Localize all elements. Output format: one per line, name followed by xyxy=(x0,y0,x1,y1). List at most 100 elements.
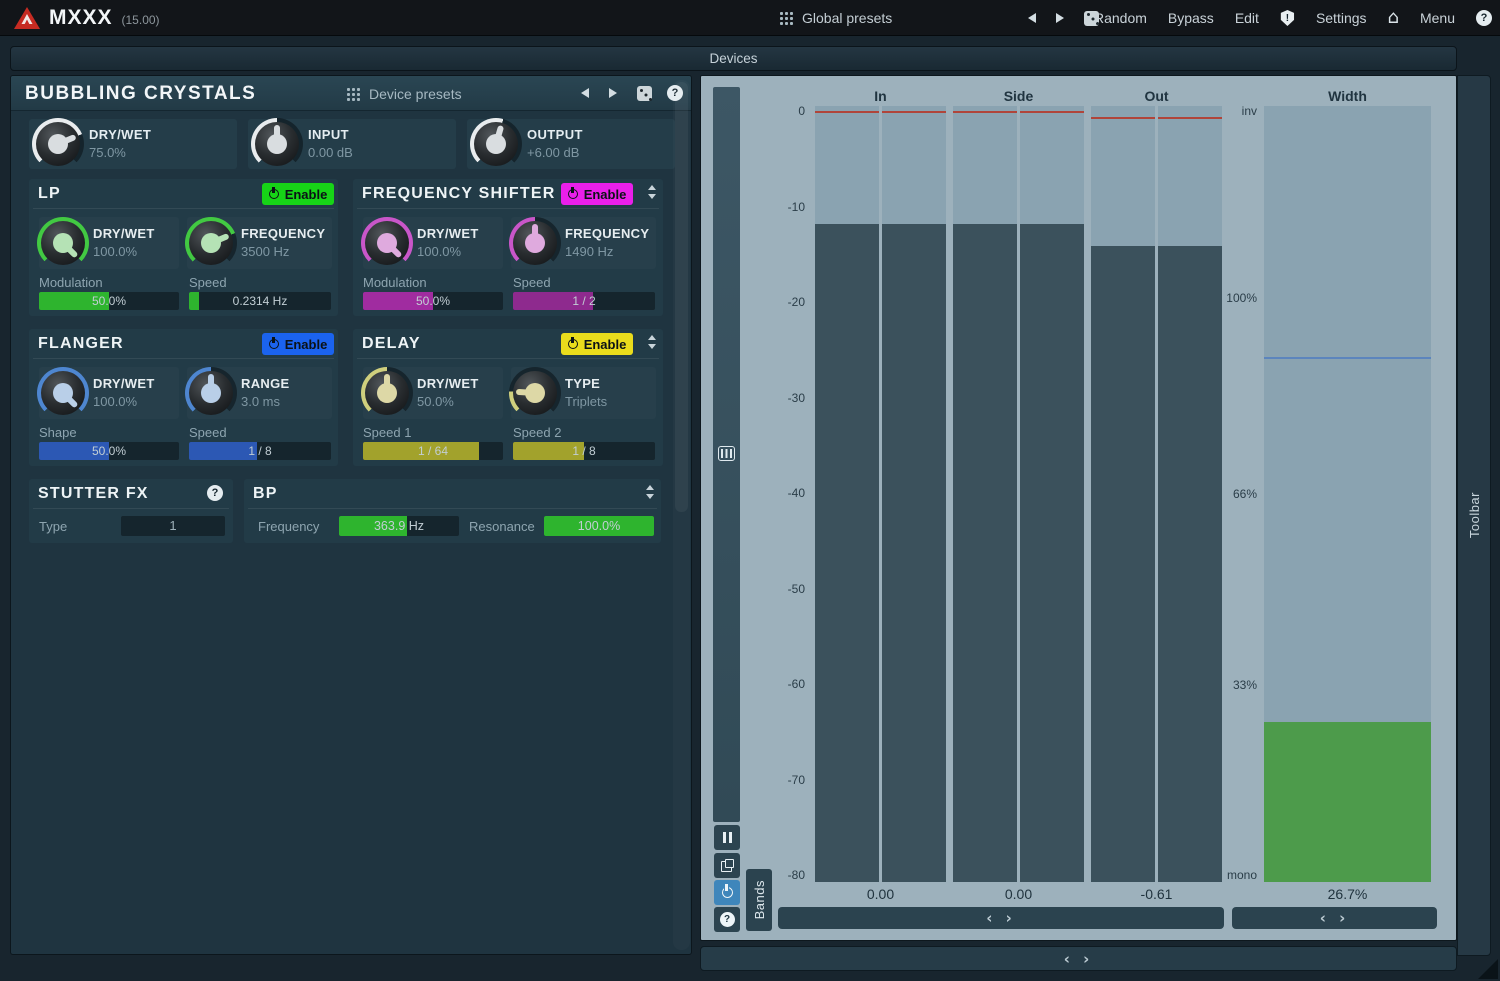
tab-devices[interactable]: Devices xyxy=(10,46,1457,71)
dry-wet-knob[interactable] xyxy=(365,221,409,265)
power-icon xyxy=(269,339,279,349)
home-icon[interactable]: ⌂ xyxy=(1388,10,1399,26)
device-random-dice-icon[interactable] xyxy=(637,86,652,101)
bp-spinner[interactable] xyxy=(646,485,654,499)
meter-panel-resize-bar[interactable]: ‹ › xyxy=(700,946,1457,971)
type-label: Type xyxy=(39,519,67,534)
parameter-slider[interactable]: 50.0% xyxy=(39,292,179,310)
pause-icon xyxy=(723,832,732,843)
global-presets-button[interactable]: Global presets xyxy=(779,0,892,36)
parameter-slider[interactable]: 1 / 8 xyxy=(189,442,331,460)
parameter-slider[interactable]: 1 / 8 xyxy=(513,442,655,460)
type-value-field[interactable]: 1 xyxy=(121,516,225,536)
dry-wet-knob[interactable] xyxy=(41,221,85,265)
knob-label: FREQUENCY xyxy=(241,226,325,241)
preset-name: BUBBLING CRYSTALS xyxy=(25,83,256,105)
bypass-button[interactable]: Bypass xyxy=(1168,10,1214,26)
width-scale-label: mono xyxy=(1197,868,1257,882)
alert-icon[interactable]: ! xyxy=(1280,10,1295,26)
device-panel-scrollbar[interactable] xyxy=(673,80,690,950)
section-lp: LP Enable DRY/WET 100.0% FREQUENCY 3500 … xyxy=(29,179,338,316)
meter-scrollbar-right[interactable]: ‹ › xyxy=(1232,907,1437,929)
knob-group: FREQUENCY 1490 Hz xyxy=(511,217,656,269)
analyzer-vertical-slider[interactable] xyxy=(713,87,740,822)
device-presets-button[interactable]: Device presets xyxy=(346,76,462,111)
scrollbar-thumb[interactable] xyxy=(675,82,688,512)
knob-label: DRY/WET xyxy=(89,127,151,142)
parameter-knob[interactable] xyxy=(513,221,557,265)
analyzer-power-button[interactable] xyxy=(714,880,740,905)
slider-label: Speed xyxy=(189,275,227,290)
melda-logo-icon xyxy=(14,7,40,29)
device-panel-header: BUBBLING CRYSTALS Device presets ? xyxy=(11,76,691,111)
parameter-slider[interactable]: 0.2314 Hz xyxy=(189,292,331,310)
device-previous-preset-icon[interactable] xyxy=(581,88,589,98)
menu-button[interactable]: Menu xyxy=(1420,10,1455,26)
input-knob[interactable] xyxy=(255,122,299,166)
slider-label: Modulation xyxy=(363,275,427,290)
toolbar-tab-label: Toolbar xyxy=(1467,492,1482,538)
slider-label: Speed xyxy=(189,425,227,440)
help-icon[interactable]: ? xyxy=(1476,10,1492,26)
section-spinner[interactable] xyxy=(648,335,656,349)
parameter-slider[interactable]: 50.0% xyxy=(363,292,503,310)
tab-bands[interactable]: Bands xyxy=(746,869,772,931)
knob-label: TYPE xyxy=(565,376,600,391)
parameter-knob[interactable] xyxy=(513,371,557,415)
slider-label: Modulation xyxy=(39,275,103,290)
frequency-slider[interactable]: 363.9 Hz xyxy=(339,516,459,536)
enable-button[interactable]: Enable xyxy=(262,183,334,205)
next-preset-icon[interactable] xyxy=(1056,13,1064,23)
knob-label: INPUT xyxy=(308,127,349,142)
parameter-slider[interactable]: 1 / 64 xyxy=(363,442,503,460)
enable-button[interactable]: Enable xyxy=(561,333,633,355)
dry-wet-knob[interactable] xyxy=(365,371,409,415)
meter-help-button[interactable]: ? xyxy=(714,907,740,932)
db-scale-label: -50 xyxy=(757,582,805,596)
section-spinner[interactable] xyxy=(648,185,656,199)
section-title: DELAY xyxy=(362,335,421,353)
knob-group: DRY/WET 100.0% xyxy=(39,217,179,269)
spinner-up-icon xyxy=(648,335,656,340)
knob-value: 0.00 dB xyxy=(308,145,353,160)
dry-wet-knob[interactable] xyxy=(41,371,85,415)
parameter-slider[interactable]: 1 / 2 xyxy=(513,292,655,310)
meter-header-out: Out xyxy=(1091,88,1222,104)
knob-value: 1490 Hz xyxy=(565,244,613,259)
output-knob[interactable] xyxy=(474,122,518,166)
random-button[interactable]: Random xyxy=(1094,10,1147,26)
enable-button[interactable]: Enable xyxy=(561,183,633,205)
device-next-preset-icon[interactable] xyxy=(609,88,617,98)
knob-label: FREQUENCY xyxy=(565,226,649,241)
window-resize-grip[interactable] xyxy=(1478,959,1498,979)
previous-preset-icon[interactable] xyxy=(1028,13,1036,23)
section-delay: DELAY Enable DRY/WET 50.0% TYPE Triplets… xyxy=(353,329,663,466)
enable-button[interactable]: Enable xyxy=(262,333,334,355)
parameter-slider[interactable]: 50.0% xyxy=(39,442,179,460)
divider xyxy=(33,358,334,359)
meter-column-out-left xyxy=(1091,106,1155,882)
chevron-left-right-icon: ‹ › xyxy=(1320,909,1350,927)
resonance-slider[interactable]: 100.0% xyxy=(544,516,654,536)
pause-button[interactable] xyxy=(714,825,740,850)
detach-button[interactable] xyxy=(714,853,740,878)
input-control: INPUT 0.00 dB xyxy=(248,119,456,169)
meter-value-width: 26.7% xyxy=(1264,886,1431,904)
parameter-knob[interactable] xyxy=(189,371,233,415)
meter-value-side: 0.00 xyxy=(953,886,1084,904)
power-icon xyxy=(722,887,733,898)
parameter-knob[interactable] xyxy=(189,221,233,265)
section-title: BP xyxy=(253,485,278,503)
tab-toolbar[interactable]: Toolbar xyxy=(1457,75,1491,956)
edit-button[interactable]: Edit xyxy=(1235,10,1259,26)
meter-column-in-left xyxy=(815,106,879,882)
settings-button[interactable]: Settings xyxy=(1316,10,1367,26)
dry-wet-knob[interactable] xyxy=(36,122,80,166)
chevron-left-right-icon: ‹ › xyxy=(1064,950,1094,968)
section-frequency-shifter: FREQUENCY SHIFTER Enable DRY/WET 100.0% … xyxy=(353,179,663,316)
meter-panel: In Side Out Width 0-10-20-30-40-50-60-70… xyxy=(700,75,1457,941)
stutter-help-icon[interactable]: ? xyxy=(207,485,223,501)
meter-scrollbar-left[interactable]: ‹ › xyxy=(778,907,1224,929)
bands-tab-label: Bands xyxy=(752,880,767,919)
divider xyxy=(248,508,657,509)
